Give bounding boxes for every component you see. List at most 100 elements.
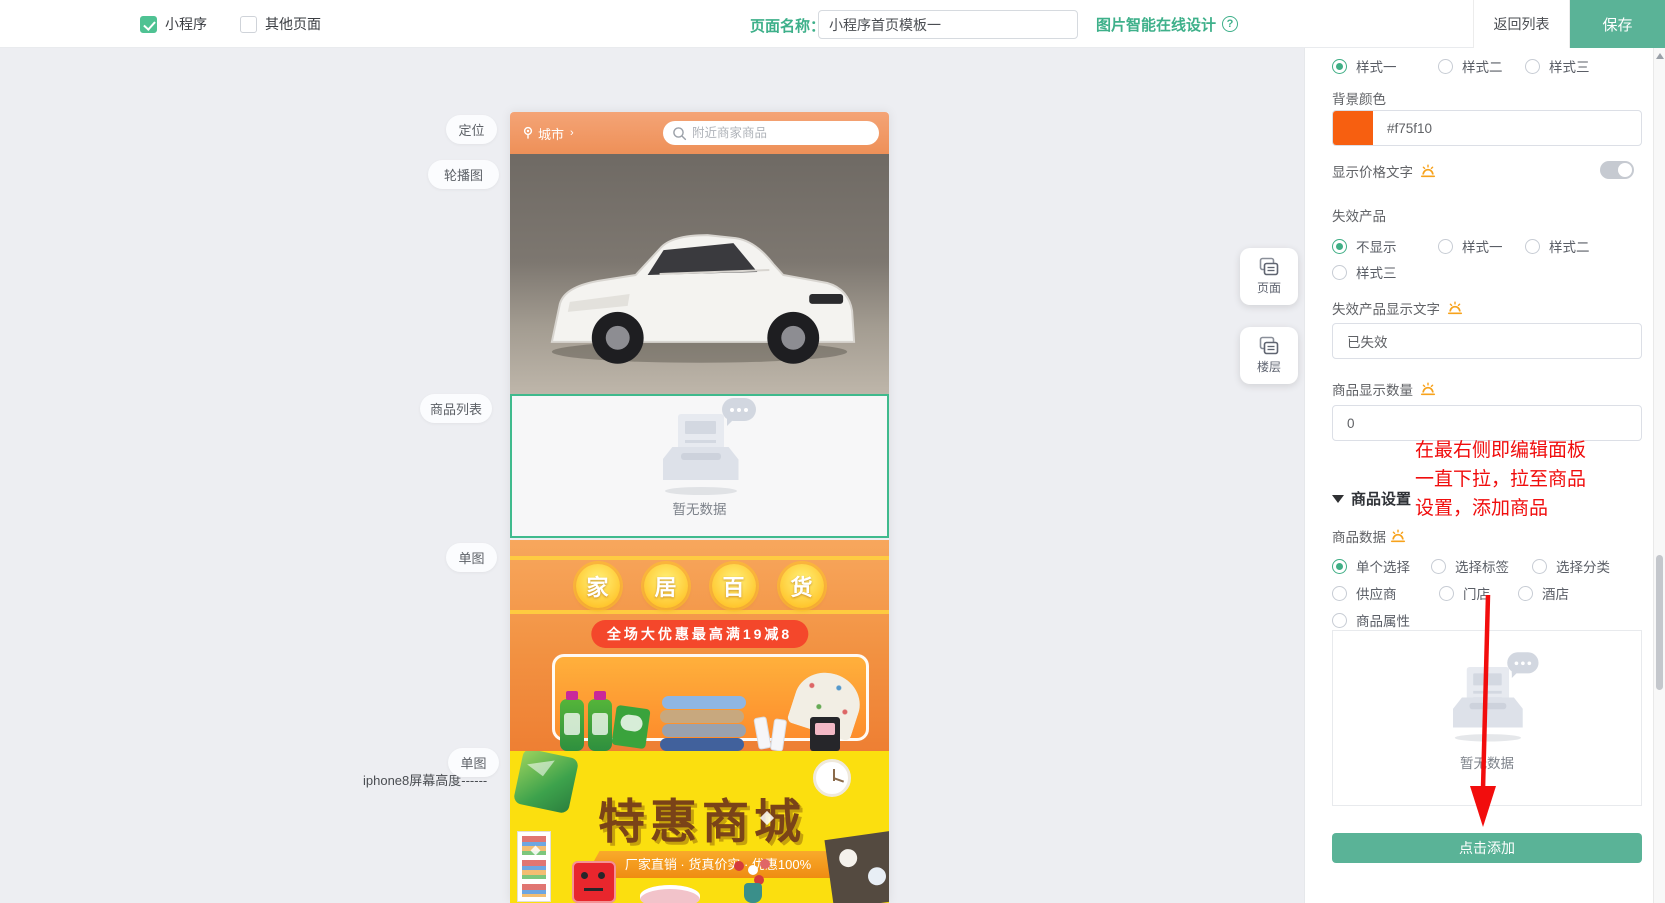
page-button-label: 页面 [1257, 279, 1281, 296]
scrollbar-thumb[interactable] [1656, 555, 1663, 690]
component-label-positioning[interactable]: 定位 [446, 115, 497, 144]
no-data-text: 暂无数据 [673, 498, 727, 518]
smart-design-label: 图片智能在线设计 [1096, 14, 1216, 35]
page-scrollbar[interactable] [1653, 48, 1665, 903]
layered-floors-icon [1258, 336, 1280, 356]
mini-program-checkbox[interactable]: 小程序 [140, 0, 207, 48]
location-search-component[interactable]: 城市 › [510, 112, 889, 154]
radio-invalid-style-3[interactable]: 样式三 [1332, 262, 1397, 282]
pillow-icon [513, 751, 579, 814]
goods-settings-title: 商品设置 [1351, 488, 1411, 509]
floor-settings-button[interactable]: 楼层 [1240, 327, 1298, 384]
clock-icon [813, 759, 851, 797]
city-selector[interactable]: 城市 › [522, 124, 574, 143]
radio-select-category[interactable]: 选择分类 [1532, 556, 1610, 576]
alarm-icon [1420, 381, 1436, 397]
empty-inbox-illustration [652, 414, 748, 488]
goods-empty-state: 暂无数据 [1332, 630, 1642, 806]
invalid-product-label: 失效产品 [1332, 205, 1386, 225]
mini-program-label: 小程序 [165, 14, 207, 34]
product-list-component-selected[interactable]: 暂无数据 [510, 394, 889, 538]
layered-pages-icon [1258, 257, 1280, 277]
no-data-text: 暂无数据 [1460, 752, 1514, 772]
tutorial-annotation-text: 在最右侧即编辑面板 一直下拉，拉至商品 设置，添加商品 [1415, 436, 1586, 523]
other-pages-checkbox[interactable]: 其他页面 [240, 0, 321, 48]
page-settings-button[interactable]: 页面 [1240, 248, 1298, 305]
radio-style-1[interactable]: 样式一 [1332, 56, 1438, 76]
badge-char-4: 货 [780, 564, 824, 608]
invalid-product-label-row: 失效产品 [1332, 205, 1386, 225]
detergent-bottle-icon [560, 699, 584, 751]
component-label-carousel[interactable]: 轮播图 [428, 160, 499, 189]
goods-data-label-row: 商品数据 [1332, 526, 1406, 546]
goods-data-label: 商品数据 [1332, 526, 1386, 546]
quantity-label: 商品显示数量 [1332, 379, 1413, 399]
radio-invalid-style-1[interactable]: 样式一 [1438, 236, 1525, 256]
page-name-label: 页面名称： [750, 15, 825, 36]
click-to-add-button[interactable]: 点击添加 [1332, 833, 1642, 863]
detergent-pack-icon [611, 705, 650, 749]
checkbox-checked-icon[interactable] [140, 16, 157, 33]
page-name-input[interactable] [818, 10, 1078, 39]
location-pin-icon [522, 126, 534, 140]
component-label-single-image-1[interactable]: 单图 [446, 543, 497, 572]
help-question-icon[interactable] [1222, 16, 1238, 32]
radio-product-attribute[interactable]: 商品属性 [1332, 610, 1410, 630]
badge-char-3: 百 [712, 564, 756, 608]
speech-bubble-dots-icon [1507, 652, 1538, 673]
alarm-icon [1447, 300, 1463, 316]
goods-settings-section-header[interactable]: 商品设置 [1332, 488, 1411, 509]
scroll-up-arrow-icon[interactable] [1656, 53, 1664, 59]
picture-frame-icon [517, 831, 551, 902]
show-price-label: 显示价格文字 [1332, 161, 1413, 181]
bg-color-picker[interactable]: #f75f10 [1332, 110, 1642, 146]
style-radio-group: 样式一 样式二 样式三 [1332, 56, 1590, 76]
household-badges: 家 居 百 货 [510, 564, 889, 608]
color-hex-value: #f75f10 [1387, 121, 1432, 136]
alarm-icon [1390, 528, 1406, 544]
empty-inbox-illustration [1443, 667, 1531, 735]
single-image-banner-household[interactable]: 家 居 百 货 全场大优惠最高满19减8 [510, 540, 889, 751]
promo-pill-text: 全场大优惠最高满19减8 [591, 620, 808, 648]
bg-color-label-row: 背景颜色 [1332, 88, 1386, 108]
speech-bubble-dots-icon [722, 398, 756, 421]
edit-panel: 样式一 样式二 样式三 背景颜色 #f75f10 显示价格文字 失效产品 不显示 [1304, 48, 1665, 903]
radio-single-select[interactable]: 单个选择 [1332, 556, 1431, 576]
top-toolbar: 小程序 其他页面 页面名称： 图片智能在线设计 返回列表 保存 [0, 0, 1665, 48]
mall-subtitle-ribbon: 厂家直销 · 货真价实 · 优惠100% [592, 851, 844, 878]
radio-invalid-hide[interactable]: 不显示 [1332, 236, 1438, 256]
radio-select-tag[interactable]: 选择标签 [1431, 556, 1532, 576]
color-swatch-orange[interactable] [1333, 111, 1373, 145]
smart-design-link[interactable]: 图片智能在线设计 [1096, 0, 1238, 48]
carousel-banner-car-image[interactable] [510, 154, 889, 394]
invalid-product-radio-row-2: 样式三 [1332, 262, 1397, 282]
invalid-text-input[interactable] [1332, 323, 1642, 359]
checkbox-unchecked-icon[interactable] [240, 16, 257, 33]
radio-supplier[interactable]: 供应商 [1332, 583, 1439, 603]
phone-preview: 城市 › 暂无数据 [510, 112, 889, 903]
component-label-single-image-2[interactable]: 单图 [448, 748, 499, 777]
merchant-search-input[interactable] [692, 126, 852, 140]
bg-color-label: 背景颜色 [1332, 88, 1386, 108]
show-price-row: 显示价格文字 [1332, 161, 1436, 181]
quantity-label-row: 商品显示数量 [1332, 379, 1436, 399]
save-button[interactable]: 保存 [1570, 0, 1665, 48]
radio-style-2[interactable]: 样式二 [1438, 56, 1525, 76]
badge-char-1: 家 [576, 564, 620, 608]
bowls-icon [640, 885, 700, 903]
single-image-banner-mall[interactable]: 特惠商城 厂家直销 · 货真价实 · 优惠100% [510, 751, 889, 903]
radio-store[interactable]: 门店 [1439, 583, 1518, 603]
radio-style-3[interactable]: 样式三 [1525, 56, 1590, 76]
component-label-product-list[interactable]: 商品列表 [420, 394, 492, 423]
mall-title: 特惠商城 [598, 783, 806, 852]
goods-source-radio-row-2: 供应商 门店 酒店 [1332, 583, 1569, 603]
merchant-search-input-wrap[interactable] [663, 121, 879, 145]
show-price-toggle[interactable] [1600, 161, 1634, 179]
radio-hotel[interactable]: 酒店 [1518, 583, 1569, 603]
back-to-list-button[interactable]: 返回列表 [1473, 0, 1570, 48]
radio-invalid-style-2[interactable]: 样式二 [1525, 236, 1590, 256]
white-sports-car-illustration [510, 154, 889, 394]
city-label: 城市 [538, 124, 564, 143]
goods-source-radio-row-1: 单个选择 选择标签 选择分类 [1332, 556, 1610, 576]
detergent-bottle-icon [588, 699, 612, 751]
